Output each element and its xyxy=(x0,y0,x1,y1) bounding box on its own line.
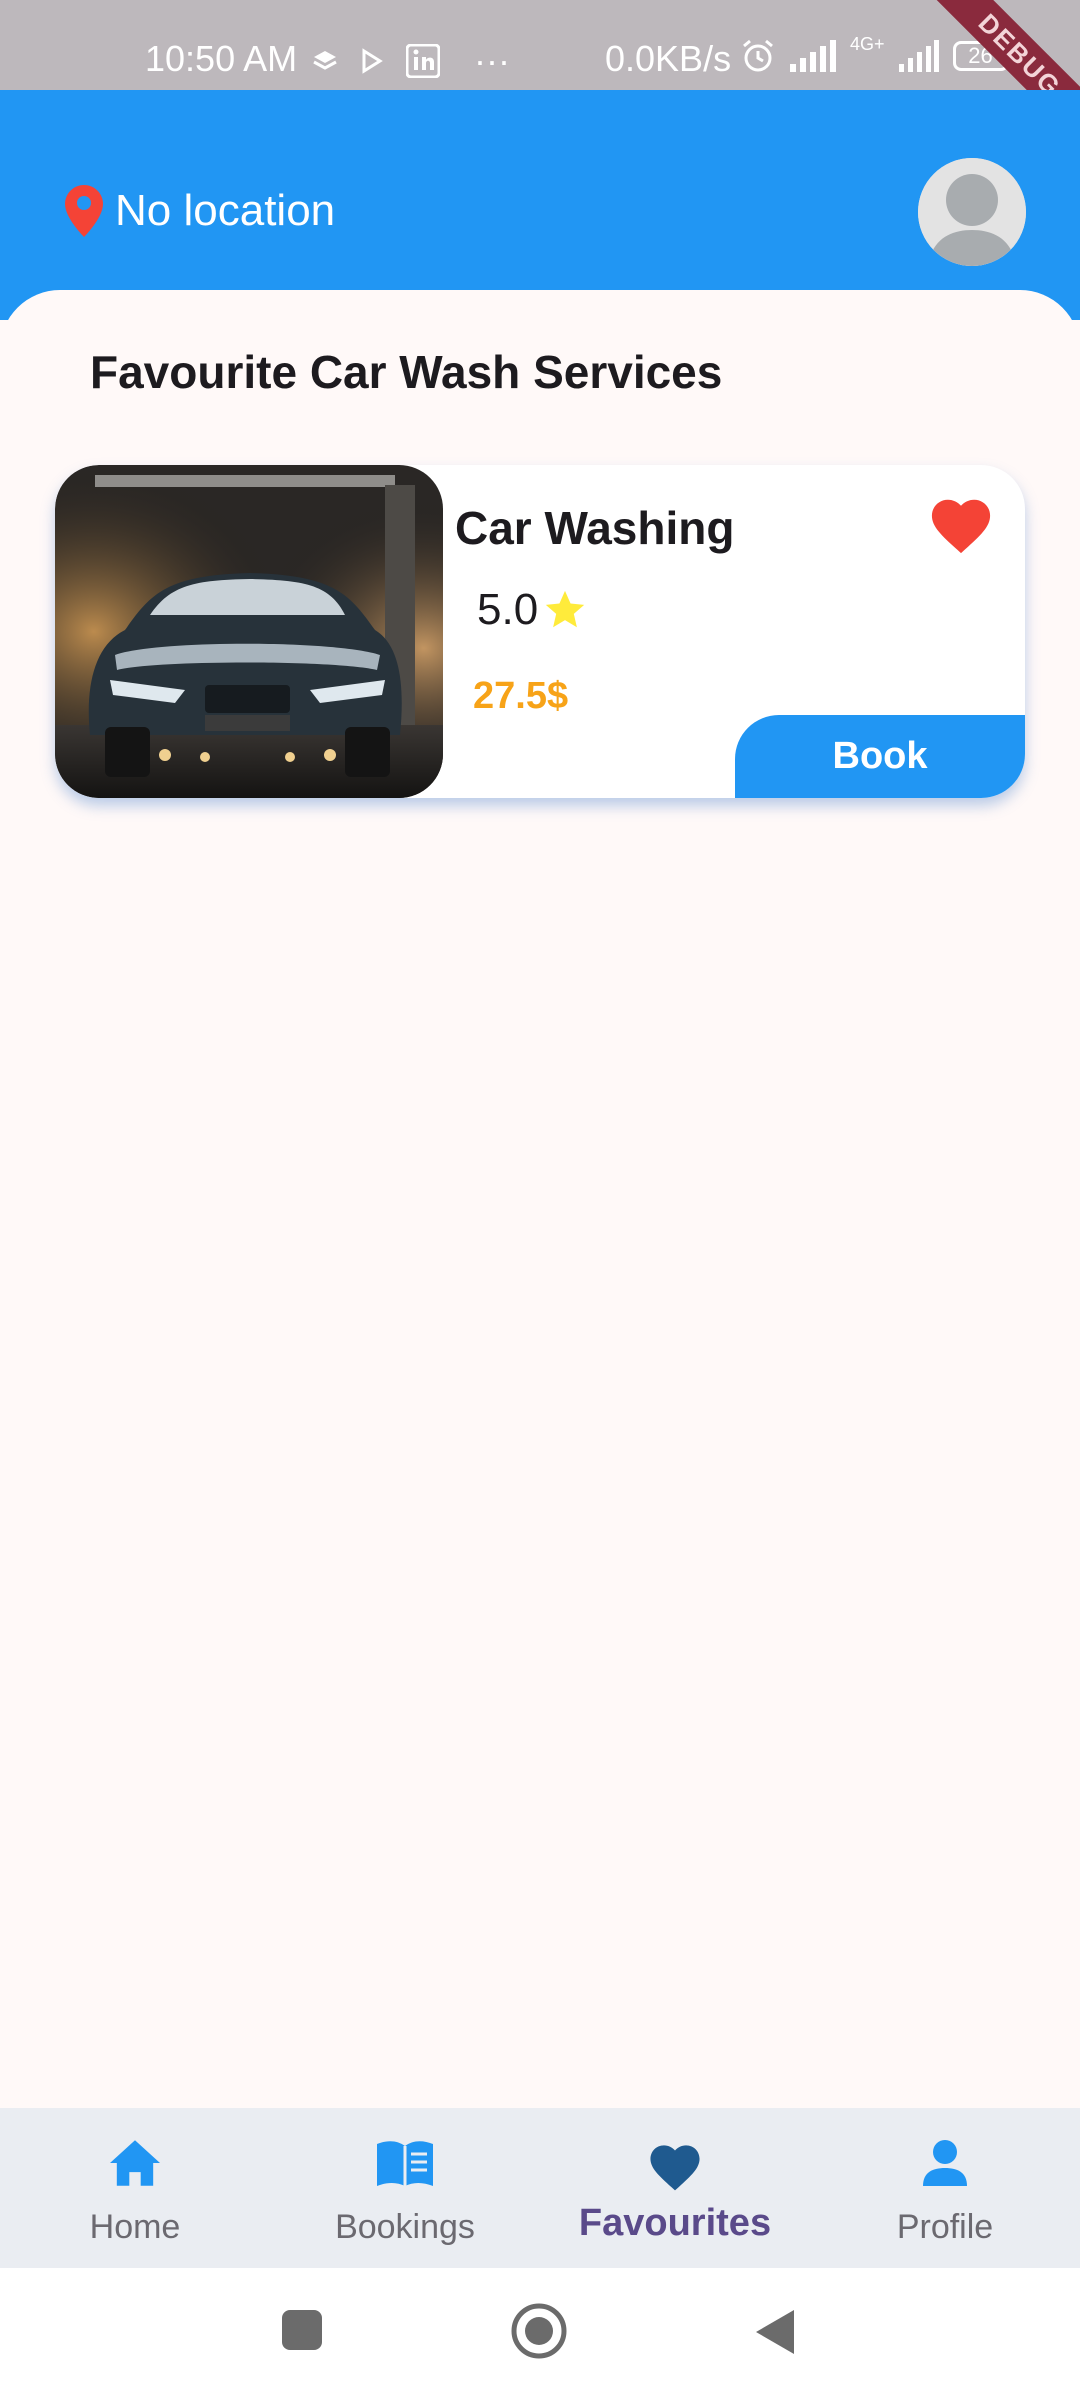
location-selector[interactable]: No location xyxy=(65,185,335,237)
nav-item-bookings[interactable]: Bookings xyxy=(270,2108,540,2268)
network-type: 4G+ xyxy=(850,33,885,54)
app-bar: No location xyxy=(0,90,1080,320)
notification-icons: ··· xyxy=(312,40,510,82)
signal-icon xyxy=(790,40,836,72)
system-status-icons: 4G+ 26 xyxy=(740,34,1015,74)
favourite-service-card[interactable]: Car Washing 5.0 27.5$ Book xyxy=(55,465,1025,798)
page-title: Favourite Car Wash Services xyxy=(90,346,723,398)
signal-icon-secondary xyxy=(898,40,939,72)
play-store-icon xyxy=(362,48,383,74)
favourite-toggle-button[interactable] xyxy=(925,491,997,555)
map-pin-icon xyxy=(65,185,103,237)
book-icon xyxy=(377,2141,433,2186)
service-title: Car Washing xyxy=(455,502,735,554)
person-icon xyxy=(923,2140,967,2186)
content-panel: Favourite Car Wash Services Car Washing … xyxy=(0,290,1080,2110)
nav-item-profile[interactable]: Profile xyxy=(810,2108,1080,2268)
nav-label-bookings: Bookings xyxy=(335,2208,475,2246)
alarm-icon xyxy=(743,39,773,72)
rating-value: 5.0 xyxy=(477,585,539,634)
location-text: No location xyxy=(115,186,336,235)
nav-label-home: Home xyxy=(89,2208,181,2246)
more-notifications: ··· xyxy=(474,40,510,81)
net-speed: 0.0KB/s xyxy=(605,38,732,79)
home-icon xyxy=(110,2140,160,2186)
nav-label-favourites: Favourites xyxy=(578,2202,772,2244)
status-bar: 10:50 AM ··· 0.0KB/s 4G+ 26 xyxy=(0,0,1080,90)
layers-icon xyxy=(313,51,337,70)
home-button[interactable] xyxy=(510,2302,568,2360)
bottom-navigation: Home Bookings Favourites Profile xyxy=(0,2108,1080,2268)
user-avatar-icon xyxy=(918,158,1026,266)
car-wash-photo xyxy=(55,465,443,798)
star-icon xyxy=(546,590,585,628)
recent-apps-button[interactable] xyxy=(280,2308,324,2352)
nav-item-favourites[interactable]: Favourites xyxy=(540,2108,810,2268)
system-navigation-bar xyxy=(0,2268,1080,2400)
service-rating: 5.0 xyxy=(477,585,588,635)
status-time: 10:50 AM xyxy=(145,38,298,79)
nav-label-profile: Profile xyxy=(896,2208,994,2246)
profile-avatar[interactable] xyxy=(918,158,1026,266)
heart-icon xyxy=(931,499,991,554)
service-price: 27.5$ xyxy=(473,675,569,717)
back-button[interactable] xyxy=(752,2308,796,2356)
heart-icon xyxy=(650,2145,700,2191)
book-button[interactable]: Book xyxy=(735,715,1025,798)
nav-item-home[interactable]: Home xyxy=(0,2108,270,2268)
linkedin-icon xyxy=(406,44,440,78)
